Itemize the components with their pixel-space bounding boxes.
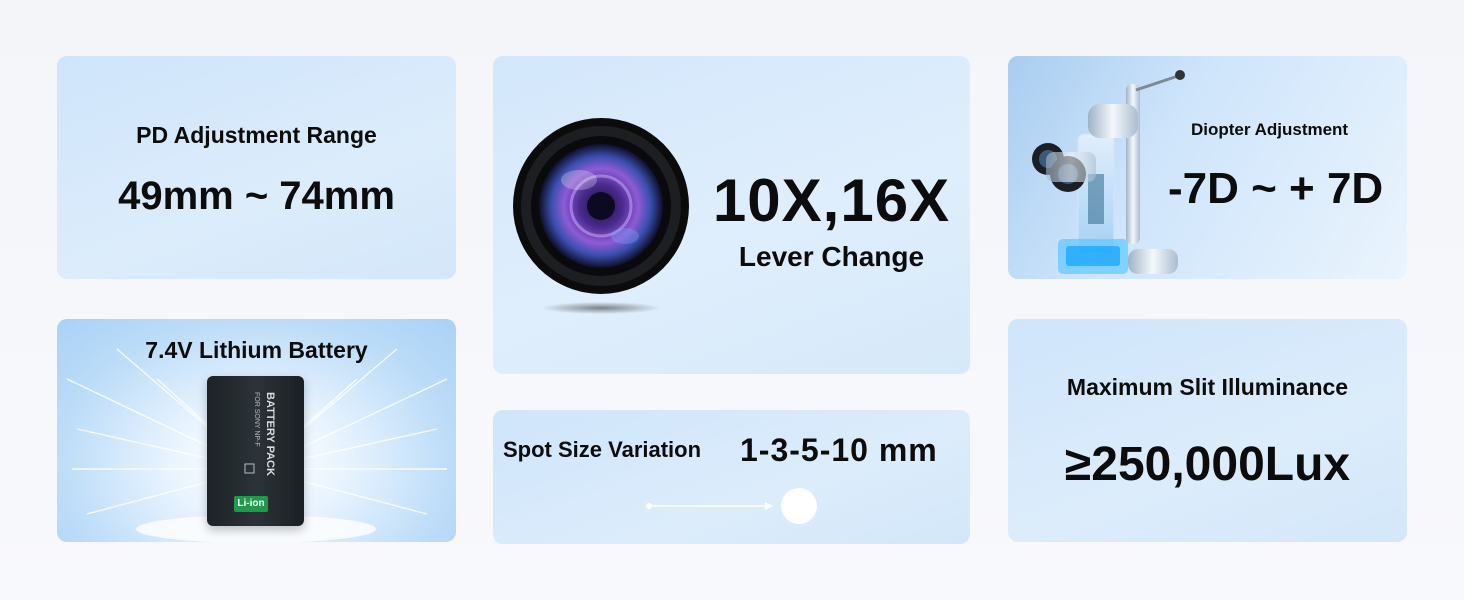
magnification-card: 10X,16X Lever Change [493, 56, 970, 374]
spot-arrow-icon [646, 488, 817, 524]
diopter-value: -7D ~ + 7D [1168, 164, 1384, 213]
magnification-value: 10X,16X [712, 167, 951, 234]
illuminance-card: Maximum Slit Illuminance ≥250,000Lux [1008, 319, 1407, 542]
magnification-subtitle: Lever Change [738, 241, 925, 272]
camera-lens-icon [513, 118, 689, 314]
diopter-card: Diopter Adjustment -7D ~ + 7D [1008, 56, 1407, 279]
pd-range-label: PD Adjustment Range [136, 122, 377, 148]
battery-icon: BATTERY PACK FOR SONY NP-F Li-ion [207, 376, 304, 526]
spot-size-card: Spot Size Variation 1-3-5-10 mm [493, 410, 970, 544]
spot-size-label: Spot Size Variation [503, 437, 702, 462]
diopter-label: Diopter Adjustment [1191, 120, 1349, 139]
battery-pack-text: BATTERY PACK [264, 392, 276, 476]
battery-card: 7.4V Lithium Battery BATTERY PACK FOR SO… [57, 319, 456, 542]
illuminance-label: Maximum Slit Illuminance [1066, 374, 1349, 400]
slit-lamp-icon [1032, 70, 1185, 274]
spot-size-value: 1-3-5-10 mm [740, 432, 938, 468]
battery-for-text: FOR SONY NP-F [253, 392, 260, 447]
pd-range-value: 49mm ~ 74mm [118, 174, 395, 218]
pd-range-card: PD Adjustment Range 49mm ~ 74mm [57, 56, 456, 279]
illuminance-value: ≥250,000Lux [1064, 438, 1351, 491]
li-ion-badge: Li-ion [234, 496, 268, 512]
battery-label: 7.4V Lithium Battery [145, 337, 368, 363]
